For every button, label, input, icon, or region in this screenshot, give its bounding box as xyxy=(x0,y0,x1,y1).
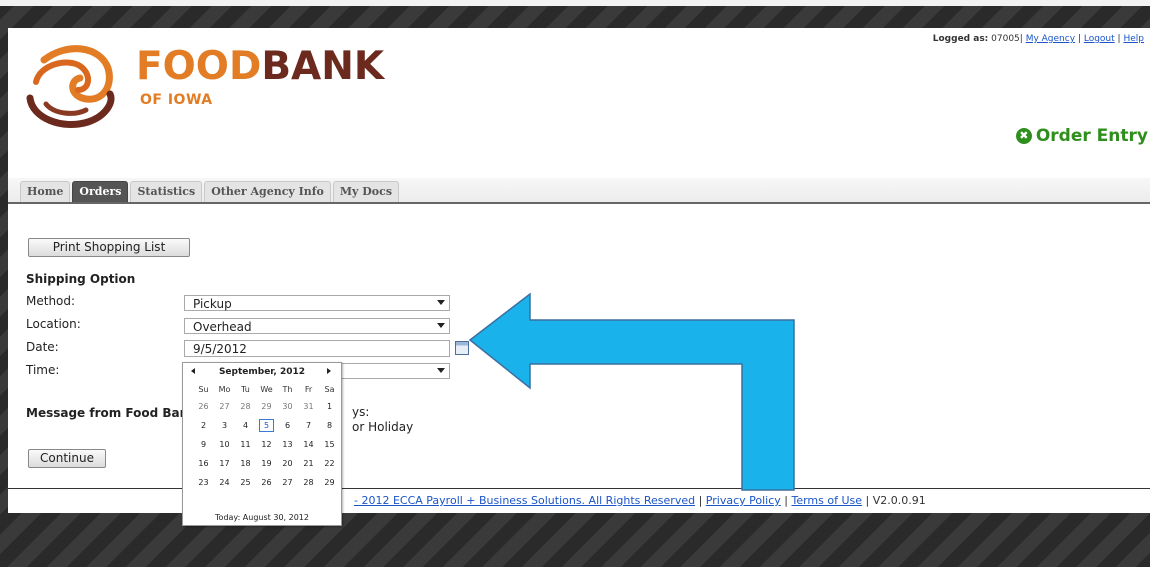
logout-link[interactable]: Logout xyxy=(1084,34,1115,44)
calendar-day-selected[interactable]: 5 xyxy=(256,416,277,435)
brand-title: FOODBANK xyxy=(136,42,384,92)
message-label: Message from Food Bank: xyxy=(26,406,201,420)
order-entry-title: Order Entry xyxy=(1035,126,1148,146)
calendar-grid: Su Mo Tu We Th Fr Sa 26 27 28 29 30 31 1 2 3 4 5 6 7 8 9 10 11 1… xyxy=(193,383,340,492)
calendar-day[interactable]: 11 xyxy=(235,435,256,454)
tab-home[interactable]: Home xyxy=(20,181,71,202)
calendar-day[interactable]: 2 xyxy=(193,416,214,435)
calendar-day[interactable]: 12 xyxy=(256,435,277,454)
version-label: V2.0.0.91 xyxy=(872,494,926,507)
calendar-weekday-header: Mo xyxy=(218,385,231,394)
top-strip xyxy=(0,0,1150,6)
calendar-day[interactable]: 27 xyxy=(214,397,235,416)
tab-other-agency-info[interactable]: Other Agency Info xyxy=(204,181,331,202)
tab-orders[interactable]: Orders xyxy=(72,181,129,202)
separator: | xyxy=(865,494,870,507)
shipping-option-title: Shipping Option xyxy=(26,272,136,286)
calendar-day[interactable]: 1 xyxy=(319,397,340,416)
chevron-down-icon xyxy=(437,323,445,328)
calendar-month-title: September, 2012 xyxy=(218,367,306,377)
calendar-day[interactable]: 3 xyxy=(214,416,235,435)
brand-food: FOOD xyxy=(136,44,262,89)
privacy-policy-link[interactable]: Privacy Policy xyxy=(706,494,781,507)
date-label: Date: xyxy=(26,340,59,354)
date-field[interactable]: 9/5/2012 xyxy=(184,340,450,357)
calendar-day[interactable]: 29 xyxy=(256,397,277,416)
calendar-day[interactable]: 13 xyxy=(277,435,298,454)
calendar-icon[interactable] xyxy=(455,341,469,355)
message-line-1: ys: xyxy=(352,405,370,419)
calendar-day[interactable]: 9 xyxy=(193,435,214,454)
calendar-day[interactable]: 10 xyxy=(214,435,235,454)
calendar-day[interactable]: 28 xyxy=(298,473,319,492)
foodbank-logo xyxy=(26,45,115,128)
order-entry-heading: ✖ Order Entry xyxy=(1015,126,1148,146)
calendar-weekday-header: Su xyxy=(198,385,209,394)
message-line-2: or Holiday xyxy=(352,420,414,434)
calendar-day[interactable]: 18 xyxy=(235,454,256,473)
terms-of-use-link[interactable]: Terms of Use xyxy=(791,494,862,507)
separator: | xyxy=(1077,34,1081,44)
calendar-day[interactable]: 4 xyxy=(235,416,256,435)
calendar-weekday-header: Fr xyxy=(304,385,313,394)
date-picker-popup: September, 2012 Su Mo Tu We Th Fr Sa 26 27 28 29 30… xyxy=(182,362,342,526)
calendar-weekday-header: We xyxy=(260,385,273,394)
calendar-day[interactable]: 21 xyxy=(298,454,319,473)
calendar-day[interactable]: 20 xyxy=(277,454,298,473)
method-select[interactable]: Pickup xyxy=(184,295,450,311)
next-month-arrow-icon[interactable] xyxy=(327,368,331,374)
location-select[interactable]: Overhead xyxy=(184,318,450,334)
tab-statistics[interactable]: Statistics xyxy=(130,181,203,202)
calendar-day[interactable]: 29 xyxy=(319,473,340,492)
copyright-link[interactable]: - 2012 ECCA Payroll + Business Solutions… xyxy=(354,494,695,507)
calendar-day[interactable]: 7 xyxy=(298,416,319,435)
calendar-weekday-header: Tu xyxy=(241,385,250,394)
chevron-down-icon xyxy=(437,300,445,305)
chevron-down-icon xyxy=(437,368,445,373)
method-value: Pickup xyxy=(193,297,232,311)
my-agency-link[interactable]: My Agency xyxy=(1026,34,1075,44)
calendar-day[interactable]: 6 xyxy=(277,416,298,435)
calendar-day[interactable]: 26 xyxy=(256,473,277,492)
calendar-day[interactable]: 16 xyxy=(193,454,214,473)
separator: | xyxy=(784,494,788,507)
calendar-day[interactable]: 25 xyxy=(235,473,256,492)
print-shopping-list-button[interactable]: Print Shopping List xyxy=(28,238,190,257)
location-label: Location: xyxy=(26,317,81,331)
calendar-today[interactable]: Today: August 30, 2012 xyxy=(183,513,341,522)
calendar-day[interactable]: 17 xyxy=(214,454,235,473)
time-label: Time: xyxy=(26,363,60,377)
close-circle-icon: ✖ xyxy=(1015,128,1032,144)
user-id: 07005| xyxy=(991,34,1023,44)
location-value: Overhead xyxy=(193,320,252,334)
calendar-day[interactable]: 27 xyxy=(277,473,298,492)
calendar-day[interactable]: 22 xyxy=(319,454,340,473)
calendar-weekday-header: Th xyxy=(282,385,293,394)
user-bar: Logged as: 07005| My Agency | Logout | H… xyxy=(933,34,1144,44)
help-link[interactable]: Help xyxy=(1123,34,1144,44)
logged-label: Logged as: xyxy=(932,34,989,44)
calendar-day[interactable]: 23 xyxy=(193,473,214,492)
calendar-day[interactable]: 19 xyxy=(256,454,277,473)
calendar-day[interactable]: 30 xyxy=(277,397,298,416)
tab-bar: Home Orders Statistics Other Agency Info… xyxy=(8,178,1150,204)
footer-text: - 2012 ECCA Payroll + Business Solutions… xyxy=(354,494,926,507)
calendar-day[interactable]: 8 xyxy=(319,416,340,435)
calendar-day[interactable]: 24 xyxy=(214,473,235,492)
calendar-day[interactable]: 28 xyxy=(235,397,256,416)
calendar-day[interactable]: 31 xyxy=(298,397,319,416)
brand-subtitle: OF IOWA xyxy=(140,92,213,108)
calendar-weekday-header: Sa xyxy=(324,385,335,394)
method-label: Method: xyxy=(26,294,76,308)
separator: | xyxy=(1117,34,1121,44)
continue-button[interactable]: Continue xyxy=(28,449,106,468)
big-blue-arrow xyxy=(468,292,795,491)
separator: | xyxy=(698,494,703,507)
tab-my-docs[interactable]: My Docs xyxy=(332,181,400,202)
calendar-day[interactable]: 15 xyxy=(319,435,340,454)
brand-bank: BANK xyxy=(261,44,385,89)
calendar-day[interactable]: 26 xyxy=(193,397,214,416)
calendar-day[interactable]: 14 xyxy=(298,435,319,454)
